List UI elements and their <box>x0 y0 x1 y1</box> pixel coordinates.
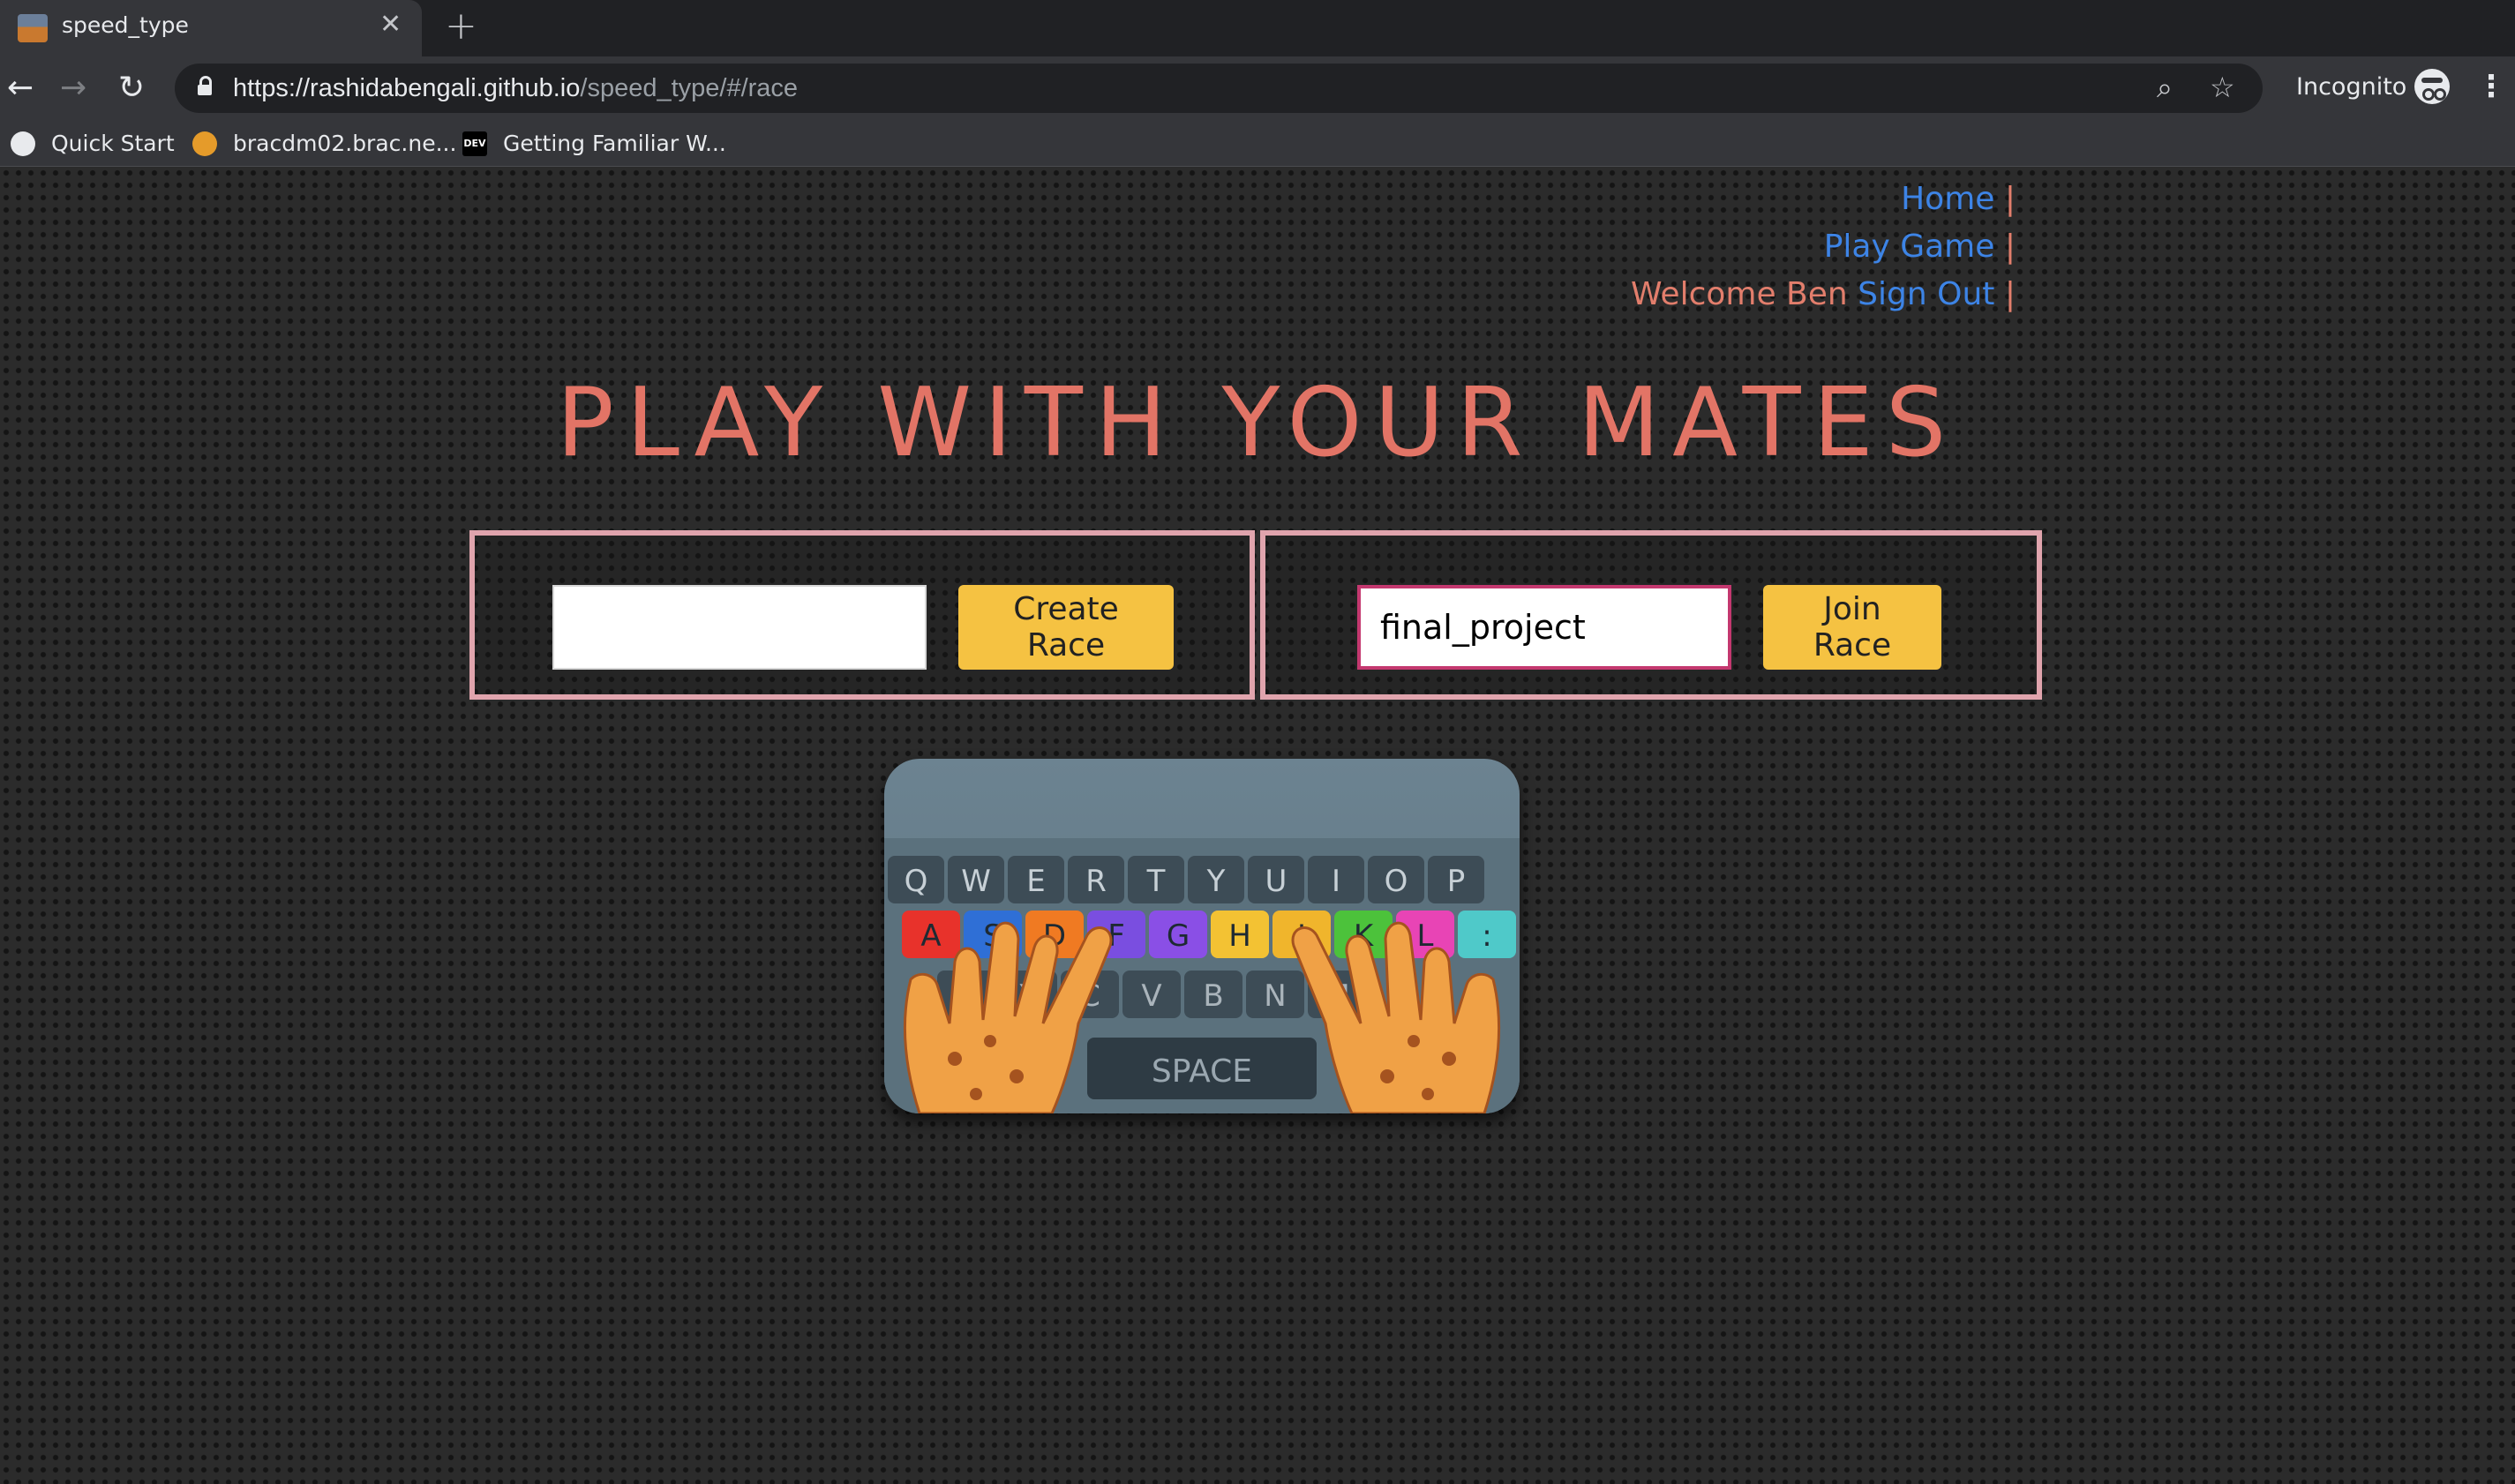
tab-title: speed_type <box>62 12 189 38</box>
brac-icon <box>192 131 217 156</box>
bookmark-label: Getting Familiar W... <box>503 131 726 156</box>
bookmarks-bar: Quick Start bracdm02.brac.ne... DEV Gett… <box>0 120 2515 167</box>
page-title: PLAY WITH YOUR MATES <box>556 368 1959 478</box>
browser-tab[interactable]: speed_type ✕ <box>0 0 422 56</box>
keyboard-key-label: G <box>1167 918 1190 954</box>
nav-separator: | <box>2004 181 2016 217</box>
keyboard-key-label: L <box>1417 918 1434 954</box>
bookmark-dev[interactable]: DEV Getting Familiar W... <box>462 131 726 156</box>
incognito-icon[interactable] <box>2414 69 2450 104</box>
zoom-icon[interactable]: ⌕ <box>2157 71 2173 105</box>
tab-strip: speed_type ✕ + <box>0 0 2515 56</box>
forward-icon[interactable]: → <box>60 69 86 108</box>
keyboard-hands-image: QWERTYUIOP ASDFGHJKL: ZXCVBNM SPACE <box>884 838 1520 1113</box>
join-race-panel: Join Race <box>1260 530 2042 700</box>
star-icon[interactable]: ☆ <box>2210 71 2235 104</box>
favicon-icon <box>18 14 48 42</box>
bookmark-brac[interactable]: bracdm02.brac.ne... <box>192 131 456 156</box>
bookmark-label: Quick Start <box>51 131 175 156</box>
browser-toolbar: ← → ↻ https://rashidabengali.github.io/s… <box>0 56 2515 120</box>
keyboard-key-label: O <box>1385 864 1408 899</box>
keyboard-key-label: P <box>1447 864 1466 899</box>
keyboard-key-label: B <box>1203 978 1223 1014</box>
url-text: https://rashidabengali.github.io/speed_t… <box>233 74 799 102</box>
new-tab-icon[interactable]: + <box>445 4 477 49</box>
keyboard-key-label: Y <box>1206 864 1226 899</box>
nav-separator: | <box>2004 276 2016 312</box>
menu-icon[interactable]: ⋮ <box>2476 69 2506 104</box>
keyboard-key-label: T <box>1146 864 1166 899</box>
page-content: Home | Play Game | Welcome Ben Sign Out … <box>0 167 2515 1484</box>
keyboard-key-label: W <box>961 864 991 899</box>
keyboard-key-label: I <box>1332 864 1340 899</box>
reload-icon[interactable]: ↻ <box>118 69 145 108</box>
keyboard-key-label: Q <box>905 864 928 899</box>
close-icon[interactable]: ✕ <box>379 9 402 40</box>
create-race-button[interactable]: Create Race <box>958 585 1174 670</box>
nav-play-game-link[interactable]: Play Game <box>1824 229 1995 265</box>
nav-row-user: Welcome Ben Sign Out | <box>1631 271 2016 319</box>
keyboard-key-label: U <box>1265 864 1288 899</box>
keyboard-hands-illustration: QWERTYUIOP ASDFGHJKL: ZXCVBNM SPACE <box>884 759 1520 1113</box>
welcome-text: Welcome Ben <box>1630 276 1848 312</box>
keyboard-key-label: H <box>1228 918 1251 954</box>
lock-icon <box>198 76 212 95</box>
join-race-input[interactable] <box>1357 585 1731 670</box>
address-bar[interactable]: https://rashidabengali.github.io/speed_t… <box>175 64 2263 113</box>
keyboard-key-label: : <box>1482 918 1491 954</box>
back-icon[interactable]: ← <box>7 69 34 108</box>
keyboard-key-label: N <box>1264 978 1286 1014</box>
dev-icon: DEV <box>462 131 487 156</box>
globe-icon <box>11 131 35 156</box>
bookmark-quick-start[interactable]: Quick Start <box>11 131 175 156</box>
incognito-label: Incognito <box>2296 73 2407 101</box>
svg-text:SPACE: SPACE <box>1152 1053 1252 1090</box>
nav-separator: | <box>2004 229 2016 265</box>
nav-row-play: Play Game | <box>1631 223 2016 271</box>
keyboard-key-label: R <box>1085 864 1107 899</box>
create-race-input[interactable] <box>552 585 927 670</box>
join-race-button[interactable]: Join Race <box>1763 585 1941 670</box>
nav-home-link[interactable]: Home <box>1901 181 1994 217</box>
keyboard-key-label: E <box>1026 864 1045 899</box>
bookmark-label: bracdm02.brac.ne... <box>233 131 457 156</box>
keyboard-key-label: A <box>920 918 941 954</box>
keyboard-key-label: V <box>1141 978 1161 1014</box>
nav-sign-out-link[interactable]: Sign Out <box>1858 276 1994 312</box>
create-race-panel: Create Race <box>469 530 1255 700</box>
nav-row-home: Home | <box>1631 176 2016 223</box>
site-nav: Home | Play Game | Welcome Ben Sign Out … <box>1631 176 2016 319</box>
